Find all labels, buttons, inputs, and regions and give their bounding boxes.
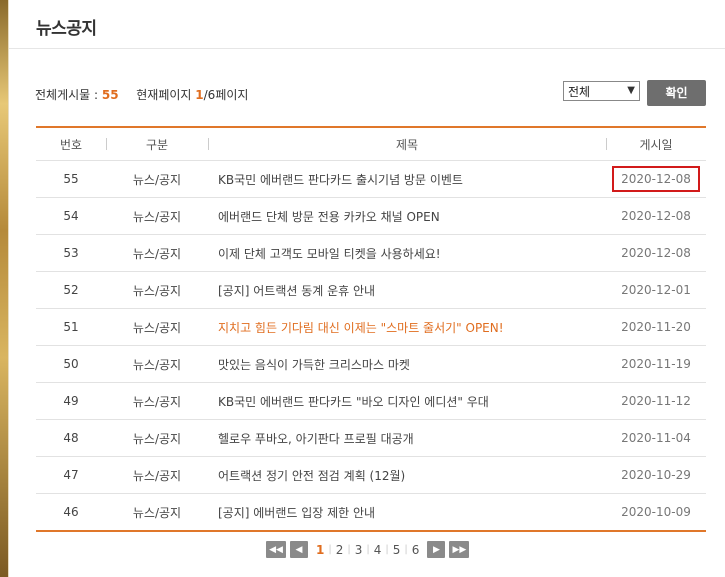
total-count: 55 [101,88,119,102]
row-date: 2020-10-09 [621,505,691,519]
double-left-arrow-icon: ◀◀ [269,544,283,555]
next-page-button[interactable]: ▶ [427,541,446,558]
row-date: 2020-11-12 [621,394,691,408]
row-category: 뉴스/공지 [132,320,182,335]
left-arrow-icon: ◀ [295,544,303,555]
header-no: 번호 [59,137,83,152]
page-number[interactable]: 5 [389,543,405,557]
content-panel: 뉴스공지 전체게시물 : 55 현재페이지 1/6페이지 전체 ▼ 확인 번호 … [8,0,725,577]
row-title-link[interactable]: 맛있는 음식이 가득한 크리스마스 마켓 [208,356,606,373]
row-no: 55 [63,172,79,186]
row-category: 뉴스/공지 [132,505,182,520]
current-page: 1 [195,88,204,102]
row-category: 뉴스/공지 [132,357,182,372]
chevron-down-icon: ▼ [627,85,635,96]
row-title-link[interactable]: KB국민 에버랜드 판다카드 출시기념 방문 이벤트 [208,171,606,188]
row-date: 2020-12-08 [621,209,691,223]
row-date: 2020-10-29 [621,468,691,482]
notice-table: 번호 구분 제목 게시일 55 뉴스/공지 KB국민 에버랜드 판다카드 출시기… [36,126,706,532]
page-number-current[interactable]: 1 [312,543,328,557]
row-no: 51 [63,320,79,334]
row-category: 뉴스/공지 [132,468,182,483]
row-title-link-featured[interactable]: 지치고 힘든 기다림 대신 이제는 "스마트 줄서기" OPEN! [208,319,606,336]
row-category: 뉴스/공지 [132,394,182,409]
row-date-highlighted: 2020-12-08 [612,166,700,192]
row-no: 50 [63,357,79,371]
row-date: 2020-11-19 [621,357,691,371]
row-no: 48 [63,431,79,445]
page-number[interactable]: 6 [408,543,424,557]
last-page-button[interactable]: ▶▶ [449,541,470,558]
row-date: 2020-11-04 [621,431,691,445]
table-row[interactable]: 51 뉴스/공지 지치고 힘든 기다림 대신 이제는 "스마트 줄서기" OPE… [36,309,706,346]
page-number[interactable]: 3 [351,543,367,557]
panel-header: 뉴스공지 [9,0,725,49]
table-row[interactable]: 53 뉴스/공지 이제 단체 고객도 모바일 티켓을 사용하세요! 2020-1… [36,235,706,272]
table-header: 번호 구분 제목 게시일 [36,128,706,161]
row-date: 2020-12-01 [621,283,691,297]
header-category: 구분 [106,136,208,153]
row-title-link[interactable]: [공지] 에버랜드 입장 제한 안내 [208,504,606,521]
page-number[interactable]: 4 [370,543,386,557]
row-no: 47 [63,468,79,482]
row-category: 뉴스/공지 [132,246,182,261]
table-row[interactable]: 55 뉴스/공지 KB국민 에버랜드 판다카드 출시기념 방문 이벤트 2020… [36,161,706,198]
table-row[interactable]: 46 뉴스/공지 [공지] 에버랜드 입장 제한 안내 2020-10-09 [36,494,706,530]
category-filter: 전체 ▼ [563,81,640,101]
header-title: 제목 [208,136,606,153]
row-title-link[interactable]: 에버랜드 단체 방문 전용 카카오 채널 OPEN [208,208,606,225]
board-info: 전체게시물 : 55 현재페이지 1/6페이지 [35,86,248,103]
page-number[interactable]: 2 [332,543,348,557]
table-row[interactable]: 50 뉴스/공지 맛있는 음식이 가득한 크리스마스 마켓 2020-11-19 [36,346,706,383]
page-suffix: /6페이지 [203,88,249,102]
row-category: 뉴스/공지 [132,209,182,224]
row-no: 53 [63,246,79,260]
header-date: 게시일 [606,136,706,153]
right-arrow-icon: ▶ [432,544,440,555]
row-date: 2020-12-08 [621,246,691,260]
category-select[interactable]: 전체 ▼ [563,81,640,101]
row-title-link[interactable]: 이제 단체 고객도 모바일 티켓을 사용하세요! [208,245,606,262]
first-page-button[interactable]: ◀◀ [266,541,286,558]
row-category: 뉴스/공지 [132,283,182,298]
table-row[interactable]: 49 뉴스/공지 KB국민 에버랜드 판다카드 "바오 디자인 에디션" 우대 … [36,383,706,420]
row-title-link[interactable]: KB국민 에버랜드 판다카드 "바오 디자인 에디션" 우대 [208,393,606,410]
table-row[interactable]: 52 뉴스/공지 [공지] 어트랙션 동계 운휴 안내 2020-12-01 [36,272,706,309]
category-select-value: 전체 [568,85,591,99]
total-label: 전체게시물 : [35,88,99,102]
double-right-arrow-icon: ▶▶ [452,544,467,555]
row-category: 뉴스/공지 [132,172,182,187]
row-no: 49 [63,394,79,408]
row-title-link[interactable]: [공지] 어트랙션 동계 운휴 안내 [208,282,606,299]
pagination: ◀◀ ◀ 1 | 2 | 3 | 4 | 5 | 6 ▶ ▶▶ [266,541,473,558]
page-label: 현재페이지 [136,88,192,102]
table-row[interactable]: 54 뉴스/공지 에버랜드 단체 방문 전용 카카오 채널 OPEN 2020-… [36,198,706,235]
row-category: 뉴스/공지 [132,431,182,446]
row-title-link[interactable]: 헬로우 푸바오, 아기판다 프로필 대공개 [208,430,606,447]
page-title: 뉴스공지 [36,19,97,39]
table-row[interactable]: 47 뉴스/공지 어트랙션 정기 안전 점검 계획 (12월) 2020-10-… [36,457,706,494]
row-no: 46 [63,505,79,519]
row-no: 52 [63,283,79,297]
table-row[interactable]: 48 뉴스/공지 헬로우 푸바오, 아기판다 프로필 대공개 2020-11-0… [36,420,706,457]
row-date: 2020-11-20 [621,320,691,334]
row-no: 54 [63,209,79,223]
row-title-link[interactable]: 어트랙션 정기 안전 점검 계획 (12월) [208,467,606,484]
confirm-button[interactable]: 확인 [647,80,706,106]
prev-page-button[interactable]: ◀ [290,541,308,558]
